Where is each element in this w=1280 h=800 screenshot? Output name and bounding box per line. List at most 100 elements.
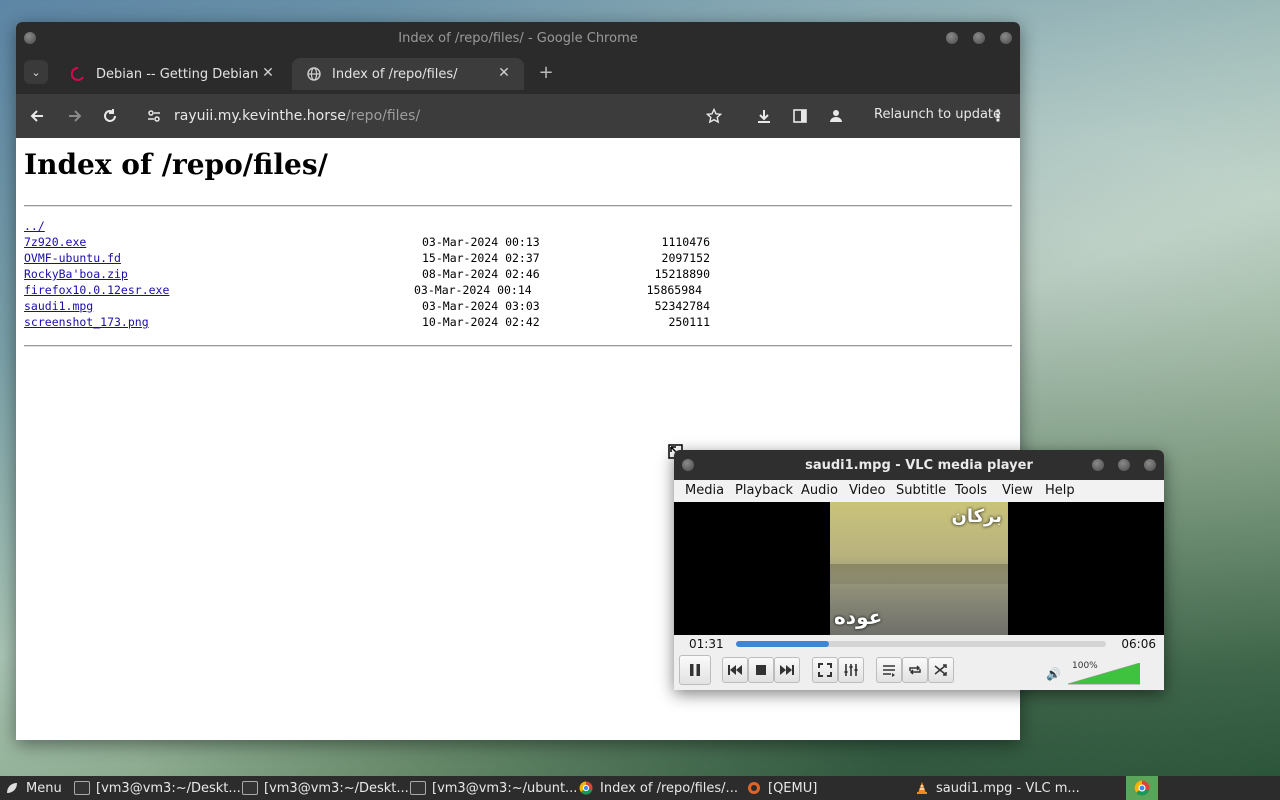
side-panel-button[interactable] <box>788 104 812 128</box>
menu-label: Menu <box>26 780 62 796</box>
list-item: screenshot_173.png 10-Mar-2024 02:42 250… <box>24 314 1004 330</box>
divider <box>24 345 1012 347</box>
close-icon[interactable]: ✕ <box>260 65 276 81</box>
person-icon <box>830 110 842 122</box>
list-item: ../ <box>24 218 1004 234</box>
tab-label: Index of /repo/files/ <box>332 66 458 82</box>
file-date: 15-Mar-2024 02:37 <box>422 251 540 265</box>
taskbar-item-terminal-1[interactable]: [vm3@vm3:~/Deskt... <box>74 776 241 800</box>
forward-button[interactable] <box>62 104 86 128</box>
downloads-button[interactable] <box>752 104 776 128</box>
site-info-icon[interactable] <box>146 108 162 124</box>
terminal-icon <box>74 780 90 796</box>
volume-slider[interactable] <box>1068 663 1140 685</box>
loop-button[interactable] <box>902 657 928 683</box>
menu-subtitle[interactable]: Subtitle <box>896 483 946 498</box>
file-link[interactable]: OVMF-ubuntu.fd <box>24 250 121 266</box>
file-link[interactable]: 7z920.exe <box>24 234 86 250</box>
tab-search-button[interactable]: ⌄ <box>24 60 48 84</box>
tab-index-of-repo-files[interactable]: Index of /repo/files/ ✕ <box>292 58 524 90</box>
seek-slider[interactable] <box>736 641 1106 647</box>
previous-icon <box>728 665 742 675</box>
address-bar[interactable]: rayuii.my.kevinthe.horse/repo/files/ <box>140 100 700 132</box>
list-item: 7z920.exe 03-Mar-2024 00:13 1110476 <box>24 234 1004 250</box>
previous-button[interactable] <box>722 657 748 683</box>
equalizer-icon <box>844 664 858 676</box>
taskbar-item-label: saudi1.mpg - VLC m... <box>936 780 1080 796</box>
vlc-window: saudi1.mpg - VLC media player Media Play… <box>674 450 1164 690</box>
file-link[interactable]: screenshot_173.png <box>24 314 149 330</box>
taskbar-item-label: [vm3@vm3:~/ubunt... <box>432 780 578 796</box>
close-window-button[interactable] <box>1144 459 1156 471</box>
menu-help[interactable]: Help <box>1045 483 1075 498</box>
close-window-button[interactable] <box>1000 32 1012 44</box>
maximize-button[interactable] <box>1118 459 1130 471</box>
reload-button[interactable] <box>98 104 122 128</box>
menu-video[interactable]: Video <box>849 483 885 498</box>
window-menu-button[interactable] <box>24 32 36 44</box>
window-title: Index of /repo/files/ - Google Chrome <box>398 30 638 46</box>
parent-directory-link[interactable]: ../ <box>24 218 45 234</box>
file-link[interactable]: saudi1.mpg <box>24 298 93 314</box>
taskbar-item-terminal-3[interactable]: [vm3@vm3:~/ubunt... <box>410 776 577 800</box>
taskbar-item-qemu[interactable]: [QEMU] <box>746 776 817 800</box>
taskbar-item-label: [vm3@vm3:~/Deskt... <box>264 780 409 796</box>
more-menu-icon[interactable]: ⋮ <box>990 106 1006 125</box>
window-menu-button[interactable] <box>682 459 694 471</box>
pause-icon <box>690 664 700 676</box>
file-link[interactable]: RockyBa'boa.zip <box>24 266 128 282</box>
total-time: 06:06 <box>1121 637 1156 651</box>
extended-settings-button[interactable] <box>838 657 864 683</box>
pause-button[interactable] <box>679 655 711 685</box>
stop-button[interactable] <box>748 657 774 683</box>
maximize-button[interactable] <box>973 32 985 44</box>
playlist-button[interactable] <box>876 657 902 683</box>
start-menu-button[interactable]: Menu <box>4 776 62 800</box>
menu-audio[interactable]: Audio <box>801 483 838 498</box>
tab-label: Debian -- Getting Debian <box>96 66 259 82</box>
relaunch-to-update-button[interactable]: Relaunch to update <box>874 107 1001 122</box>
menu-playback[interactable]: Playback <box>735 483 793 498</box>
speaker-icon[interactable]: 🔊 <box>1046 667 1061 681</box>
bookmark-star-button[interactable] <box>702 104 726 128</box>
fullscreen-button[interactable] <box>812 657 838 683</box>
shuffle-button[interactable] <box>928 657 954 683</box>
file-date: 08-Mar-2024 02:46 <box>422 267 540 281</box>
close-icon[interactable]: ✕ <box>496 65 512 81</box>
chrome-titlebar[interactable]: Index of /repo/files/ - Google Chrome <box>16 22 1020 54</box>
system-tray-chrome-update[interactable] <box>1126 776 1158 800</box>
file-link[interactable]: firefox10.0.12esr.exe <box>24 282 169 298</box>
reload-icon <box>104 109 116 122</box>
file-size: 15865984 <box>646 283 702 297</box>
download-icon <box>758 110 770 123</box>
arrow-right-icon <box>69 110 82 122</box>
next-button[interactable] <box>774 657 800 683</box>
arrow-left-icon <box>30 110 43 122</box>
minimize-button[interactable] <box>946 32 958 44</box>
file-size: 250111 <box>668 315 710 329</box>
seek-row: 01:31 06:06 <box>674 635 1164 653</box>
taskbar-item-vlc[interactable]: saudi1.mpg - VLC m... <box>914 776 1080 800</box>
vlc-titlebar[interactable]: saudi1.mpg - VLC media player <box>674 450 1164 480</box>
taskbar-item-chrome[interactable]: Index of /repo/files/... <box>578 776 738 800</box>
taskbar-item-terminal-2[interactable]: [vm3@vm3:~/Deskt... <box>242 776 409 800</box>
debian-icon <box>70 66 86 82</box>
star-icon <box>706 108 722 124</box>
list-item: firefox10.0.12esr.exe 03-Mar-2024 00:14 … <box>24 282 1004 298</box>
chrome-icon <box>1134 780 1150 796</box>
menu-media[interactable]: Media <box>685 483 724 498</box>
taskbar-item-label: [QEMU] <box>768 780 818 796</box>
video-area[interactable]: بركان عوده <box>674 502 1164 635</box>
file-size: 52342784 <box>654 299 710 313</box>
terminal-icon <box>242 780 258 796</box>
minimize-button[interactable] <box>1092 459 1104 471</box>
profile-button[interactable] <box>824 104 848 128</box>
back-button[interactable] <box>26 104 50 128</box>
tab-debian[interactable]: Debian -- Getting Debian ✕ <box>56 58 288 90</box>
menu-view[interactable]: View <box>1002 483 1033 498</box>
menu-tools[interactable]: Tools <box>955 483 987 498</box>
new-tab-button[interactable]: + <box>536 62 556 83</box>
qemu-icon <box>746 780 762 796</box>
window-title: saudi1.mpg - VLC media player <box>805 457 1033 473</box>
file-listing: ../ 7z920.exe 03-Mar-2024 00:13 1110476 … <box>24 218 1004 330</box>
